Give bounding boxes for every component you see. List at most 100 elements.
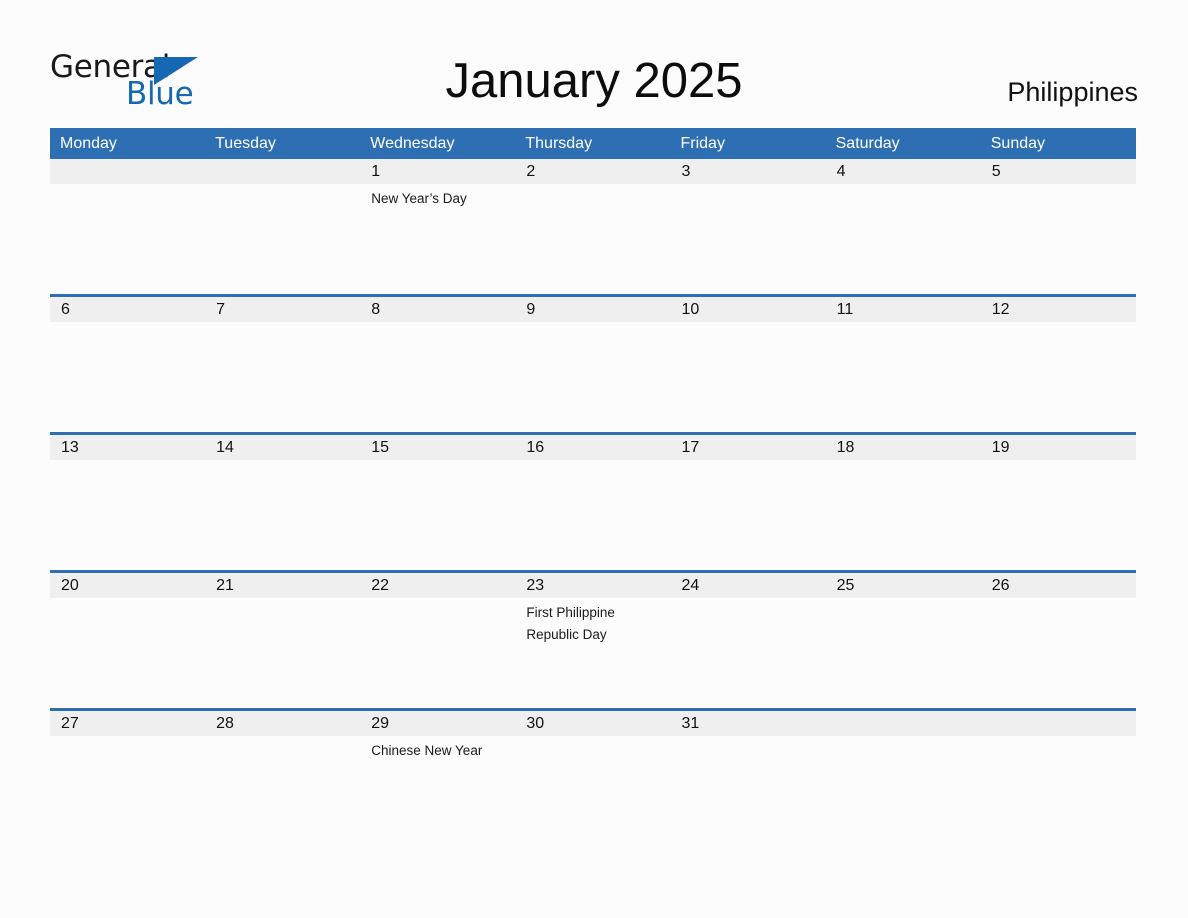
event-cell xyxy=(826,598,981,708)
weekday-header-sunday: Sunday xyxy=(990,135,1046,152)
event-cell xyxy=(515,184,670,294)
event-cell: Chinese New Year xyxy=(360,736,515,846)
week-date-band: 20 21 22 23 24 25 26 xyxy=(50,573,1136,598)
weekday-header-row: Monday Tuesday Wednesday Thursday Friday Satu… xyxy=(50,128,1136,159)
week-date-band: 13 14 15 16 17 18 19 xyxy=(50,435,1136,460)
week-date-band: 6 7 8 9 10 11 12 xyxy=(50,297,1136,322)
week-date-band: 27 28 29 30 31 xyxy=(50,711,1136,736)
event-cell xyxy=(981,184,1136,294)
date-cell-17[interactable]: 17 xyxy=(671,435,826,460)
event-cell xyxy=(50,460,205,570)
date-cell-empty xyxy=(50,159,205,184)
event-cell xyxy=(671,322,826,432)
event-cell xyxy=(205,322,360,432)
event-cell xyxy=(515,736,670,846)
weekday-header-thursday: Thursday xyxy=(525,135,593,152)
date-cell-5[interactable]: 5 xyxy=(981,159,1136,184)
holiday-label: New Year’s Day xyxy=(371,191,467,206)
event-cell xyxy=(826,184,981,294)
date-cell-25[interactable]: 25 xyxy=(826,573,981,598)
event-cell xyxy=(360,322,515,432)
weekday-header-friday: Friday xyxy=(680,135,725,152)
event-cell xyxy=(50,736,205,846)
calendar-week-row: 13 14 15 16 17 18 19 xyxy=(50,432,1136,570)
event-cell xyxy=(671,736,826,846)
holiday-label: Chinese New Year xyxy=(371,743,483,758)
date-cell-26[interactable]: 26 xyxy=(981,573,1136,598)
event-cell xyxy=(205,598,360,708)
calendar-week-row: 6 7 8 9 10 11 12 xyxy=(50,294,1136,432)
event-cell xyxy=(205,736,360,846)
event-cell xyxy=(671,598,826,708)
holiday-label: First Philippine Republic Day xyxy=(526,605,615,642)
week-event-band: New Year’s Day xyxy=(50,184,1136,294)
date-cell-13[interactable]: 13 xyxy=(50,435,205,460)
calendar-week-row: 1 2 3 4 5 New Year’s Day xyxy=(50,159,1136,294)
calendar-grid: Monday Tuesday Wednesday Thursday Friday Satu… xyxy=(50,128,1136,846)
date-cell-4[interactable]: 4 xyxy=(826,159,981,184)
event-cell xyxy=(826,460,981,570)
event-cell xyxy=(360,598,515,708)
event-cell xyxy=(826,736,981,846)
calendar-weeks: 1 2 3 4 5 New Year’s Day 6 7 8 9 10 11 12 13 14 15 16 17 1… xyxy=(50,159,1136,846)
date-cell-6[interactable]: 6 xyxy=(50,297,205,322)
date-cell-10[interactable]: 10 xyxy=(671,297,826,322)
date-cell-16[interactable]: 16 xyxy=(515,435,670,460)
weekday-header-tuesday: Tuesday xyxy=(215,135,276,152)
date-cell-12[interactable]: 12 xyxy=(981,297,1136,322)
date-cell-empty xyxy=(981,711,1136,736)
event-cell xyxy=(50,322,205,432)
event-cell xyxy=(50,184,205,294)
weekday-header-wednesday: Wednesday xyxy=(370,135,455,152)
week-event-band xyxy=(50,322,1136,432)
date-cell-24[interactable]: 24 xyxy=(671,573,826,598)
event-cell xyxy=(981,598,1136,708)
date-cell-empty xyxy=(205,159,360,184)
week-event-band xyxy=(50,460,1136,570)
calendar-week-row: 20 21 22 23 24 25 26 First Philippine Republic … xyxy=(50,570,1136,708)
event-cell xyxy=(826,322,981,432)
event-cell xyxy=(360,460,515,570)
date-cell-21[interactable]: 21 xyxy=(205,573,360,598)
date-cell-11[interactable]: 11 xyxy=(826,297,981,322)
date-cell-29[interactable]: 29 xyxy=(360,711,515,736)
date-cell-14[interactable]: 14 xyxy=(205,435,360,460)
date-cell-20[interactable]: 20 xyxy=(50,573,205,598)
event-cell xyxy=(50,598,205,708)
event-cell xyxy=(671,184,826,294)
date-cell-1[interactable]: 1 xyxy=(360,159,515,184)
event-cell xyxy=(205,460,360,570)
date-cell-18[interactable]: 18 xyxy=(826,435,981,460)
week-event-band: First Philippine Republic Day xyxy=(50,598,1136,708)
date-cell-2[interactable]: 2 xyxy=(515,159,670,184)
date-cell-7[interactable]: 7 xyxy=(205,297,360,322)
date-cell-31[interactable]: 31 xyxy=(671,711,826,736)
date-cell-28[interactable]: 28 xyxy=(205,711,360,736)
date-cell-15[interactable]: 15 xyxy=(360,435,515,460)
date-cell-22[interactable]: 22 xyxy=(360,573,515,598)
date-cell-3[interactable]: 3 xyxy=(671,159,826,184)
date-cell-empty xyxy=(826,711,981,736)
week-date-band: 12345 xyxy=(50,159,1136,184)
calendar-week-row: 27 28 29 30 31 Chinese New Year xyxy=(50,708,1136,846)
date-cell-19[interactable]: 19 xyxy=(981,435,1136,460)
date-cell-30[interactable]: 30 xyxy=(515,711,670,736)
event-cell xyxy=(981,322,1136,432)
date-cell-9[interactable]: 9 xyxy=(515,297,670,322)
event-cell xyxy=(515,322,670,432)
date-cell-8[interactable]: 8 xyxy=(360,297,515,322)
week-event-band: Chinese New Year xyxy=(50,736,1136,846)
event-cell: New Year’s Day xyxy=(360,184,515,294)
event-cell xyxy=(205,184,360,294)
page-header: General Blue January 2025 Philippines xyxy=(0,0,1188,128)
event-cell xyxy=(671,460,826,570)
event-cell xyxy=(981,460,1136,570)
date-cell-27[interactable]: 27 xyxy=(50,711,205,736)
weekday-header-saturday: Saturday xyxy=(835,135,900,152)
weekday-header-monday: Monday xyxy=(60,135,117,152)
date-cell-23[interactable]: 23 xyxy=(515,573,670,598)
event-cell xyxy=(515,460,670,570)
calendar-page: General Blue January 2025 Philippines Mo… xyxy=(0,0,1188,918)
event-cell xyxy=(981,736,1136,846)
event-cell: First Philippine Republic Day xyxy=(515,598,670,708)
